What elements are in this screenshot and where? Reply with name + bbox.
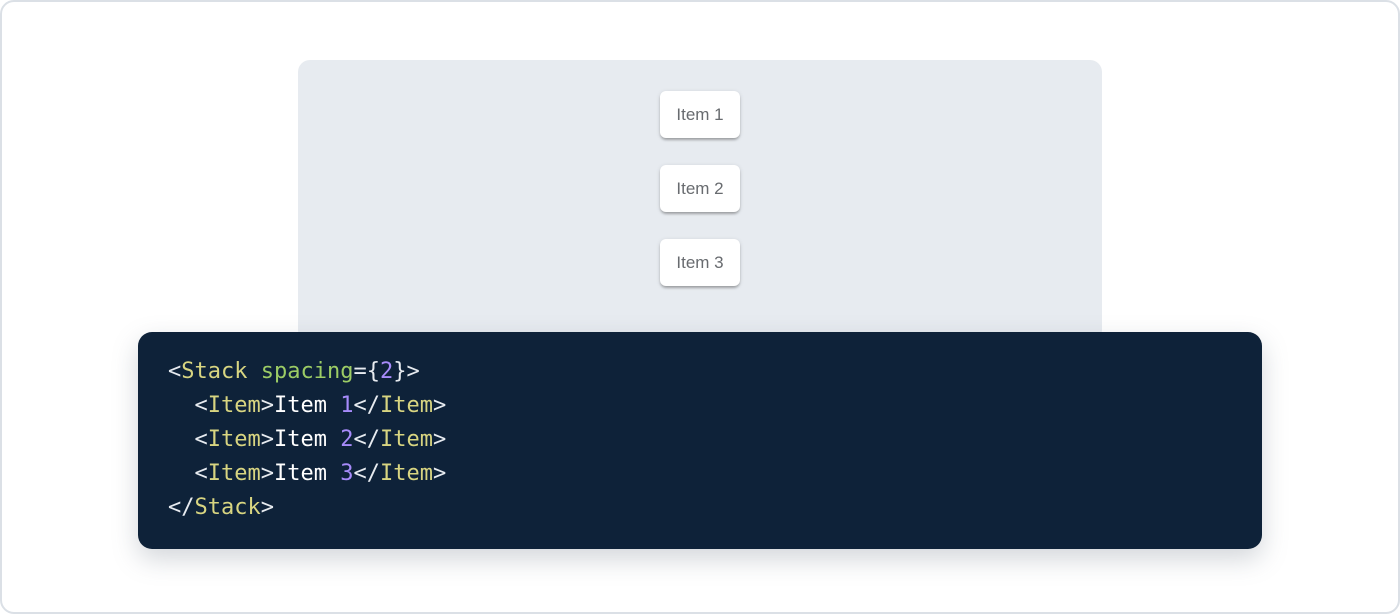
code-token-punct: > [433,461,446,486]
code-token-punct: > [406,359,419,384]
code-line: <Item>Item 1</Item> [168,389,1232,423]
stack-item: Item 2 [660,165,740,212]
stack-item-label: Item 2 [676,180,723,197]
code-token-punct: } [393,359,406,384]
demo-panel: Item 1 Item 2 Item 3 [298,60,1102,342]
code-token-tag: Item [380,427,433,452]
code-token-punct: </ [168,495,195,520]
stack-item-label: Item 3 [676,254,723,271]
code-token-punct: { [367,359,380,384]
code-token-plain: Item [274,427,340,452]
code-token-plain [168,461,195,486]
stack-item: Item 3 [660,239,740,286]
code-line: <Item>Item 3</Item> [168,457,1232,491]
code-token-tag: Item [208,393,261,418]
code-line: <Item>Item 2</Item> [168,423,1232,457]
code: <Stack spacing={2}> <Item>Item 1</Item> … [168,355,1232,525]
screen: Item 1Item 2Item 3 <Stack spacing={2}> <… [0,0,1400,614]
code-token-punct: < [195,461,208,486]
code-token-tag: Item [380,461,433,486]
code-token-tag: Item [208,427,261,452]
code-token-plain [168,427,195,452]
code-token-punct: < [195,427,208,452]
code-token-tag: Item [208,461,261,486]
code-block: <Stack spacing={2}> <Item>Item 1</Item> … [138,332,1262,549]
code-token-plain [247,359,260,384]
code-token-tag: Stack [195,495,261,520]
code-token-punct: > [261,495,274,520]
code-token-punct: > [433,427,446,452]
code-token-num: 3 [340,461,353,486]
code-token-attr: spacing [261,359,354,384]
code-token-punct: </ [353,461,380,486]
stack-item: Item 1 [660,91,740,138]
code-token-tag: Item [380,393,433,418]
code-token-plain [168,393,195,418]
code-token-tag: Stack [181,359,247,384]
code-token-punct: > [261,393,274,418]
code-token-num: 2 [340,427,353,452]
code-token-punct: = [353,359,366,384]
code-token-punct: </ [353,427,380,452]
code-line: <Stack spacing={2}> [168,355,1232,389]
code-token-plain: Item [274,461,340,486]
code-line: </Stack> [168,491,1232,525]
code-token-punct: < [168,359,181,384]
stack-demo: Item 1 Item 2 Item 3 [298,60,1102,286]
code-token-punct: </ [353,393,380,418]
code-token-punct: > [433,393,446,418]
code-token-punct: < [195,393,208,418]
code-token-num: 2 [380,359,393,384]
code-token-punct: > [261,461,274,486]
code-token-num: 1 [340,393,353,418]
code-token-plain: Item [274,393,340,418]
code-token-punct: > [261,427,274,452]
stack-item-label: Item 1 [676,106,723,123]
